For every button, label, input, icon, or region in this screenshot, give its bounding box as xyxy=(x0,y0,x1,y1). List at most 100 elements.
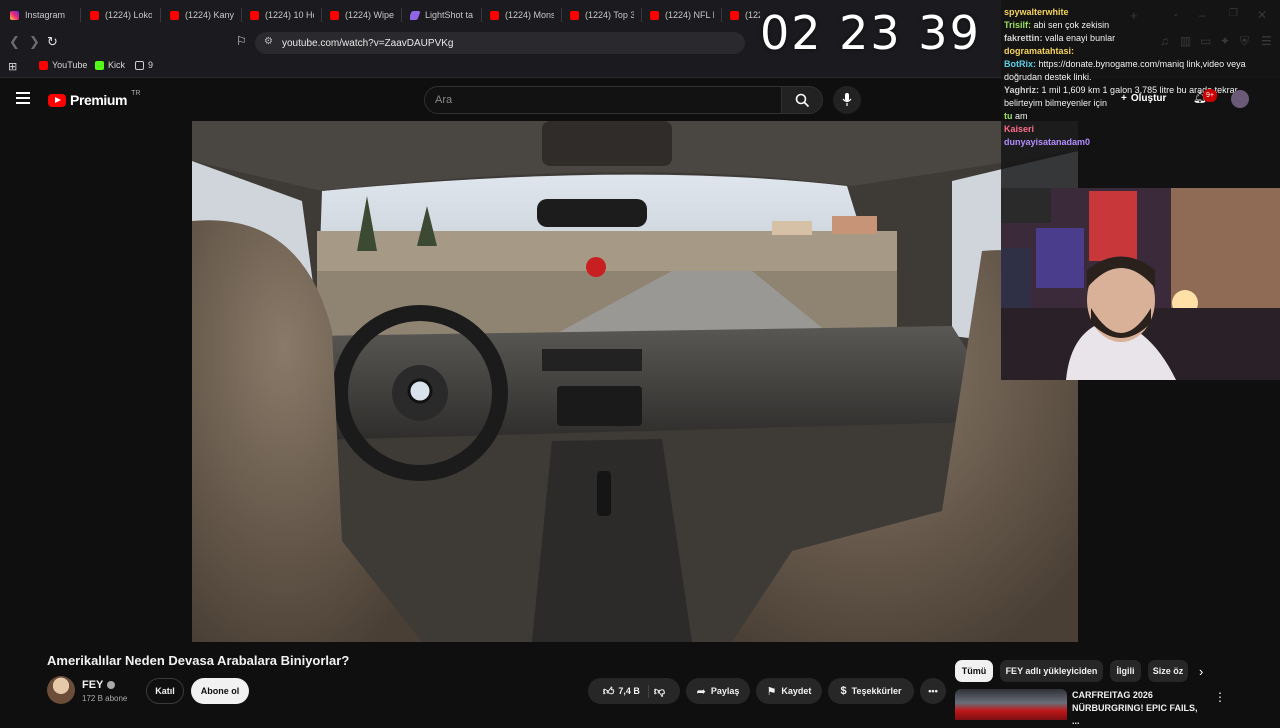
thanks-button[interactable]: $ Teşekkürler xyxy=(828,678,914,704)
tab-divider xyxy=(401,8,402,22)
join-button[interactable]: Katıl xyxy=(146,678,184,704)
save-button[interactable]: ⚑ Kaydet xyxy=(756,678,822,704)
apps-grid-icon[interactable]: ⊞ xyxy=(8,60,17,73)
browser-tab[interactable]: (1224) Wipe xyxy=(330,5,394,25)
thumbs-up-icon: 👍︎ xyxy=(602,685,615,698)
thanks-label: Teşekkürler xyxy=(851,686,902,696)
chat-username: Yaghriz: xyxy=(1004,85,1040,95)
create-button[interactable]: + Oluştur xyxy=(1121,92,1166,105)
chat-username: tu xyxy=(1004,111,1013,121)
browser-tab[interactable]: (1224) ADAN xyxy=(730,5,760,25)
chip-for-you[interactable]: Size öz xyxy=(1148,660,1188,682)
tab-label: (1224) Loko xyxy=(105,10,152,20)
chat-message: fakrettin: valla enayi bunlar xyxy=(1004,32,1276,45)
youtube-icon xyxy=(90,10,99,20)
lightshot-icon xyxy=(410,10,421,20)
browser-tab[interactable]: (1224) Monst xyxy=(490,5,554,25)
webcam-frame xyxy=(1001,188,1280,380)
chat-username: Kaiseri xyxy=(1004,124,1035,134)
chip-from-uploader[interactable]: FEY adlı yükleyiciden xyxy=(1000,660,1103,682)
instagram-icon xyxy=(10,10,19,20)
tab-label: Instagram xyxy=(25,10,66,20)
voice-search-button[interactable] xyxy=(833,86,861,114)
chat-text: am xyxy=(1015,111,1028,121)
site-info-icon[interactable]: ⚙ xyxy=(264,36,273,47)
chevron-right-icon[interactable]: › xyxy=(1199,664,1203,679)
forward-icon[interactable]: ❯ xyxy=(29,34,40,50)
bookmark-folder[interactable]: 9 xyxy=(135,60,153,70)
tab-divider xyxy=(241,8,242,22)
chat-username: BotRix: xyxy=(1004,59,1036,69)
hamburger-menu-icon[interactable] xyxy=(16,92,30,104)
stream-timer: 02 23 39 xyxy=(760,6,981,60)
recommended-title[interactable]: CARFREITAG 2026 NÜRBURGRING! EPIC FAILS,… xyxy=(1072,689,1200,728)
region-code: TR xyxy=(131,89,141,97)
verified-icon xyxy=(107,681,116,689)
tab-divider xyxy=(641,8,642,22)
bookmark-label: Kick xyxy=(108,60,126,70)
video-frame xyxy=(192,121,1078,642)
address-url: youtube.com/watch?v=ZaavDAUPVKg xyxy=(282,37,454,49)
tab-divider xyxy=(481,8,482,22)
tab-divider xyxy=(721,8,722,22)
bookmark-icon: ⚑ xyxy=(766,685,777,698)
chip-related[interactable]: İlgili xyxy=(1110,660,1141,682)
browser-tab[interactable]: (1224) Kanye xyxy=(170,5,234,25)
dislike-button[interactable]: 👎︎ xyxy=(654,685,665,698)
bookmark-page-icon[interactable]: ⚐ xyxy=(236,34,247,48)
chat-username: spywalterwhite xyxy=(1004,7,1069,17)
like-button[interactable]: 👍︎ 7,4 B xyxy=(602,684,649,698)
share-button[interactable]: ➦ Paylaş xyxy=(686,678,750,704)
browser-tab[interactable]: LightShot ta xyxy=(410,5,474,25)
super-thanks-icon: $ xyxy=(840,685,847,697)
youtube-icon xyxy=(250,10,259,20)
tab-label: LightShot ta xyxy=(425,10,474,20)
search-button[interactable] xyxy=(781,86,823,114)
like-dislike-group: 👍︎ 7,4 B 👎︎ xyxy=(588,678,680,704)
video-title: Amerikalılar Neden Devasa Arabalara Bini… xyxy=(47,653,350,668)
chat-message: Trisilf: abi sen çok zekisin xyxy=(1004,19,1276,32)
search-input[interactable] xyxy=(424,86,782,114)
microphone-icon xyxy=(842,93,852,106)
tab-divider xyxy=(561,8,562,22)
browser-tab[interactable]: (1224) 10 Ho xyxy=(250,5,314,25)
bookmark-youtube[interactable]: YouTube xyxy=(39,60,87,70)
youtube-logo[interactable]: Premium TR xyxy=(48,89,141,108)
share-icon: ➦ xyxy=(696,685,706,698)
recommended-thumbnail[interactable] xyxy=(955,689,1067,720)
bookmark-kick[interactable]: Kick xyxy=(95,60,125,70)
more-actions-button[interactable]: ••• xyxy=(920,678,946,704)
like-count: 7,4 B xyxy=(618,686,640,696)
kebab-menu-icon[interactable]: ⋮ xyxy=(1214,690,1226,704)
save-label: Kaydet xyxy=(781,686,812,696)
browser-tab[interactable]: (1224) NFL P xyxy=(650,5,714,25)
subscriber-count: 172 B abone xyxy=(82,694,128,703)
reload-icon[interactable]: ↻ xyxy=(47,34,58,50)
account-avatar[interactable] xyxy=(1231,90,1249,108)
browser-tab[interactable]: Instagram xyxy=(10,5,72,25)
create-label: Oluştur xyxy=(1130,93,1167,104)
share-label: Paylaş xyxy=(710,686,740,696)
youtube-icon xyxy=(330,10,339,20)
youtube-icon xyxy=(39,60,48,70)
browser-tab[interactable]: (1224) Top 3 xyxy=(570,5,634,25)
thumbs-down-icon: 👎︎ xyxy=(653,685,666,698)
tab-label: (1224) Monst xyxy=(505,10,554,20)
channel-name[interactable]: FEY xyxy=(82,679,116,691)
channel-avatar[interactable] xyxy=(47,676,75,704)
bookmark-label: 9 xyxy=(148,60,154,70)
folder-icon xyxy=(135,60,144,70)
youtube-icon xyxy=(170,10,179,20)
chip-all[interactable]: Tümü xyxy=(955,660,993,682)
tab-label: (1224) Top 3 xyxy=(585,10,634,20)
back-icon[interactable]: ❮ xyxy=(9,34,20,50)
chat-text: valla enayi bunlar xyxy=(1045,33,1116,43)
tab-label: (1224) Wipe xyxy=(345,10,394,20)
youtube-icon xyxy=(570,10,579,20)
subscribe-button[interactable]: Abone ol xyxy=(191,678,249,704)
video-player[interactable] xyxy=(192,121,1078,642)
browser-tab[interactable]: (1224) Loko xyxy=(90,5,152,25)
bookmark-label: YouTube xyxy=(52,60,88,70)
address-bar[interactable]: ⚙ youtube.com/watch?v=ZaavDAUPVKg xyxy=(255,32,745,54)
tab-divider xyxy=(160,8,161,22)
